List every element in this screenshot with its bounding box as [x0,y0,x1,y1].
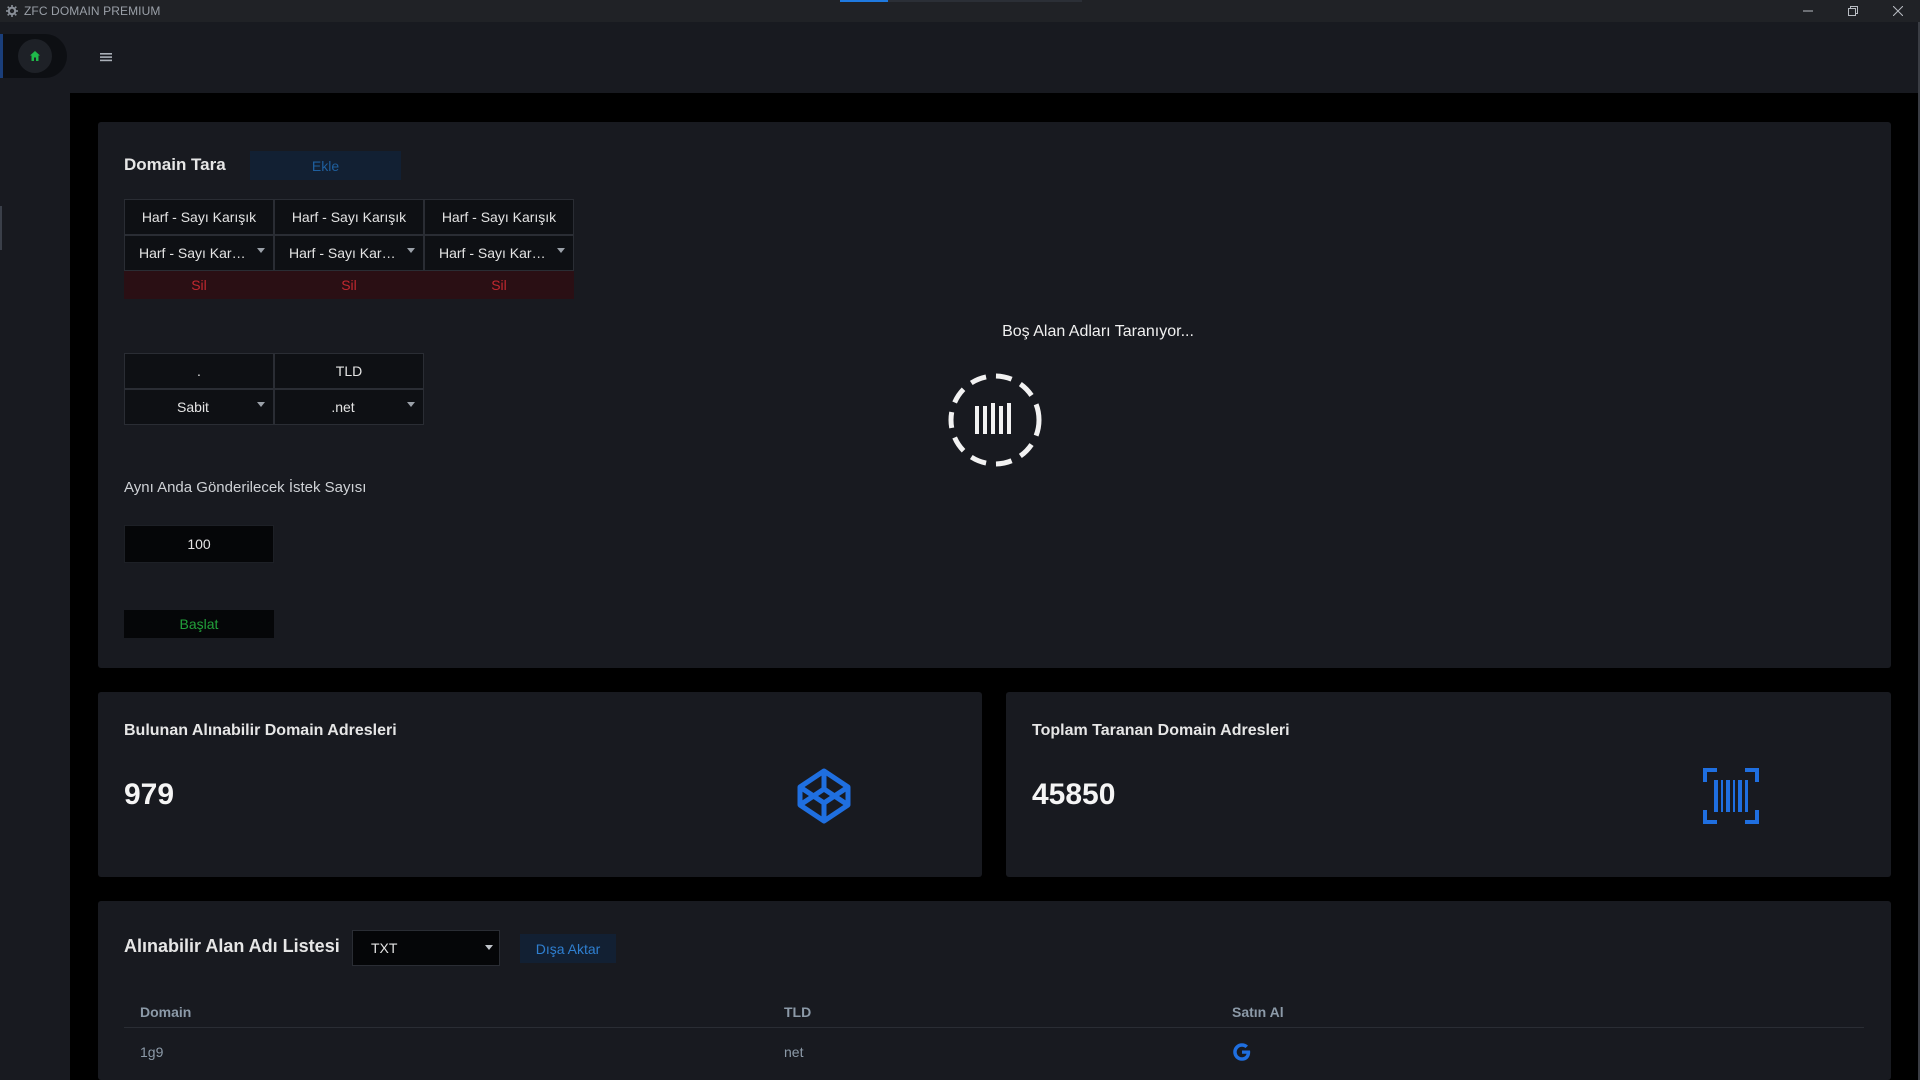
scan-title: Domain Tara [124,155,226,174]
found-count: 979 [124,778,175,811]
chevron-down-icon [257,402,265,407]
delete-button-2[interactable]: Sil [274,271,424,299]
separator-header: . [124,353,274,389]
close-icon [1892,6,1903,16]
scanning-spinner-icon [948,373,1042,467]
request-count-label: Aynı Anda Gönderilecek İstek Sayısı [124,479,367,496]
barcode-scan-icon [1703,768,1759,824]
column-buy[interactable]: Satın Al [1232,1004,1284,1020]
chevron-down-icon [407,248,415,253]
table-header: Domain TLD Satın Al [124,996,1864,1028]
pattern-header-2: Harf - Sayı Karışık [274,199,424,235]
delete-button-1[interactable]: Sil [124,271,274,299]
minimize-button[interactable] [1785,0,1830,22]
top-bar [70,22,1918,93]
chevron-down-icon [407,402,415,407]
restore-button[interactable] [1830,0,1875,22]
export-format-select[interactable]: TXT [352,930,500,966]
sidebar [0,22,70,1080]
pattern-select-3-value: Harf - Sayı Karışık [439,245,547,261]
chevron-down-icon [485,945,493,950]
chevron-down-icon [257,248,265,253]
menu-button[interactable] [97,48,115,66]
row-domain: 1g9 [140,1044,164,1060]
table-row: 1g9 net [124,1032,1864,1072]
codepen-icon [797,768,851,824]
pattern-select-1[interactable]: Harf - Sayı Karışık [124,235,274,271]
restore-icon [1847,6,1858,16]
separator-select-value: Sabit [177,399,209,415]
window-title: ZFC DOMAIN PREMIUM [24,4,161,18]
close-button[interactable] [1875,0,1920,22]
tld-table: . TLD Sabit .net [124,353,424,425]
pattern-table: Harf - Sayı Karışık Harf - Sayı Karışık … [124,199,574,299]
home-icon [30,51,40,61]
tld-select-value: .net [331,399,355,415]
tld-select[interactable]: .net [274,389,424,425]
total-count: 45850 [1032,778,1116,811]
pattern-select-2-value: Harf - Sayı Karışık [289,245,397,261]
column-domain[interactable]: Domain [140,1004,191,1020]
title-bar: ZFC DOMAIN PREMIUM [0,0,1920,22]
title-progress [840,0,1082,2]
column-tld[interactable]: TLD [784,1004,811,1020]
available-domain-list-panel: Alınabilir Alan Adı Listesi TXT Dışa Akt… [98,901,1891,1080]
add-pattern-button[interactable]: Ekle [250,151,401,180]
pattern-select-2[interactable]: Harf - Sayı Karışık [274,235,424,271]
pattern-select-3[interactable]: Harf - Sayı Karışık [424,235,574,271]
delete-button-3[interactable]: Sil [424,271,574,299]
total-title: Toplam Taranan Domain Adresleri [1032,722,1290,739]
hamburger-icon [100,53,112,62]
google-icon[interactable] [1230,1040,1254,1064]
scanning-status: Boş Alan Adları Taranıyor... [1002,323,1194,340]
start-button[interactable]: Başlat [124,610,274,638]
chevron-down-icon [557,248,565,253]
list-title: Alınabilir Alan Adı Listesi [124,936,340,956]
pattern-header-1: Harf - Sayı Karışık [124,199,274,235]
found-title: Bulunan Alınabilir Domain Adresleri [124,722,397,739]
pattern-header-3: Harf - Sayı Karışık [424,199,574,235]
app-gear-icon [5,4,19,18]
separator-select[interactable]: Sabit [124,389,274,425]
row-tld: net [784,1044,804,1060]
tld-header: TLD [274,353,424,389]
export-button[interactable]: Dışa Aktar [520,934,616,963]
total-scanned-card: Toplam Taranan Domain Adresleri 45850 [1006,692,1891,877]
sidebar-item-home[interactable] [3,34,67,78]
sidebar-marker [0,206,2,250]
minimize-icon [1802,10,1813,12]
home-button[interactable] [18,39,52,73]
found-domains-card: Bulunan Alınabilir Domain Adresleri 979 [98,692,982,877]
pattern-select-1-value: Harf - Sayı Karışık [139,245,247,261]
export-format-value: TXT [371,940,398,956]
request-count-input[interactable]: 100 [124,525,274,563]
